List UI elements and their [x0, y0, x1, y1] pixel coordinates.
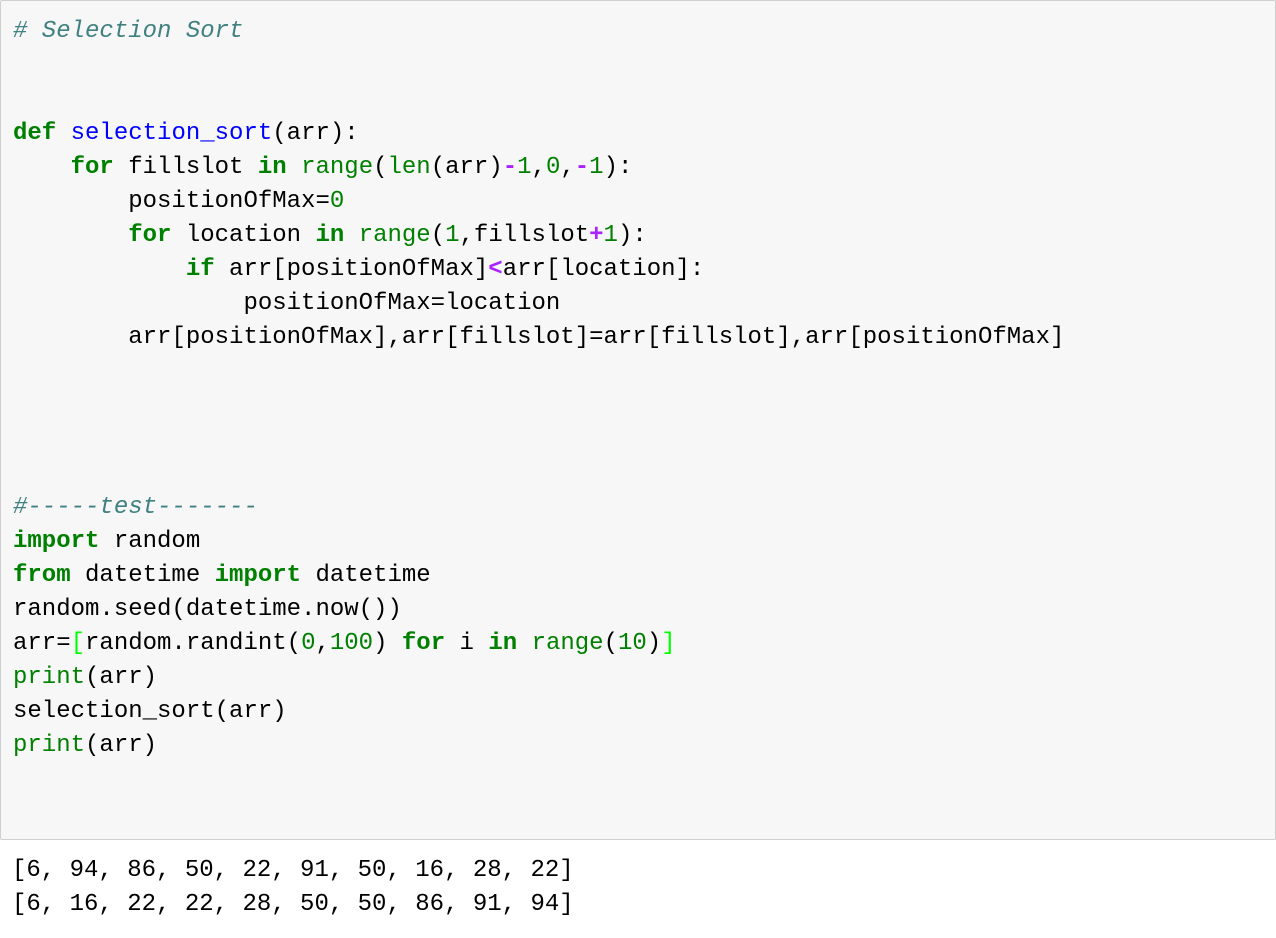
- code-line: from datetime import datetime: [13, 559, 431, 593]
- code-token-text: datetime: [70, 562, 215, 589]
- code-token-number: 0: [329, 188, 345, 215]
- code-token-keyword: from: [13, 562, 71, 589]
- code-token-number: 1: [517, 154, 532, 181]
- code-line: for location in range(1,fillslot+1):: [13, 219, 647, 253]
- code-token-builtin: range: [301, 154, 374, 181]
- code-token-text: ,: [560, 154, 575, 181]
- code-line: positionOfMax=location: [13, 287, 560, 321]
- code-token-text: (arr): [430, 154, 503, 181]
- code-token-def-name: selection_sort: [70, 120, 273, 147]
- code-line: #-----test-------: [13, 491, 258, 525]
- code-token-text: arr[positionOfMax]: [214, 256, 489, 283]
- code-token-text: (arr): [85, 664, 158, 691]
- code-token-text: (: [430, 222, 446, 249]
- code-token-number: 0: [301, 630, 316, 657]
- code-token-comment: #-----test-------: [13, 494, 258, 521]
- code-line: if arr[positionOfMax]<arr[location]:: [13, 253, 705, 287]
- code-token-text: arr=: [13, 630, 71, 657]
- code-token-operator: <: [488, 256, 503, 283]
- code-token-text: (: [373, 154, 388, 181]
- code-token-text: (: [603, 630, 618, 657]
- code-token-text: ): [646, 630, 662, 657]
- code-token-builtin: print: [13, 732, 86, 759]
- code-token-text: random: [99, 528, 201, 555]
- code-token-number: 0: [545, 154, 561, 181]
- code-token-keyword: for: [70, 154, 114, 181]
- code-token-text: location: [171, 222, 316, 249]
- code-token-builtin: len: [387, 154, 431, 181]
- code-token-bracket-highlight: [: [70, 630, 86, 657]
- code-token-number: 1: [589, 154, 604, 181]
- code-token-text: arr[positionOfMax],arr[fillslot]=arr[fil…: [13, 324, 1065, 351]
- code-token-text: arr[location]:: [502, 256, 705, 283]
- code-line: print(arr): [13, 661, 157, 695]
- code-line: print(arr): [13, 729, 157, 763]
- code-token-operator: -: [502, 154, 518, 181]
- code-token-builtin: range: [358, 222, 431, 249]
- output-line-2: [6, 16, 22, 22, 28, 50, 50, 86, 91, 94]: [12, 891, 574, 918]
- code-token-text: random.seed(datetime.now()): [13, 596, 402, 623]
- code-token-keyword: in: [488, 630, 518, 657]
- code-token-keyword: import: [13, 528, 100, 555]
- code-cell-output: [6, 94, 86, 50, 22, 91, 50, 16, 28, 22] …: [0, 840, 1276, 938]
- code-cell-input[interactable]: # Selection Sort def selection_sort(arr):…: [0, 0, 1276, 840]
- code-line: arr[positionOfMax],arr[fillslot]=arr[fil…: [13, 321, 1064, 355]
- code-token-text: i: [445, 630, 489, 657]
- code-line: def selection_sort(arr):: [13, 117, 359, 151]
- code-token-operator: +: [589, 222, 604, 249]
- code-line: random.seed(datetime.now()): [13, 593, 402, 627]
- code-token-keyword: in: [257, 154, 287, 181]
- code-line: positionOfMax=0: [13, 185, 344, 219]
- code-token-number: 100: [329, 630, 374, 657]
- code-token-text: ):: [617, 222, 647, 249]
- code-token-text: ,: [531, 154, 546, 181]
- code-token-text: (arr): [85, 732, 158, 759]
- code-token-text: (arr):: [272, 120, 359, 147]
- code-line: import random: [13, 525, 200, 559]
- code-token-bracket-highlight: ]: [661, 630, 676, 657]
- code-line: selection_sort(arr): [13, 695, 287, 729]
- code-token-keyword: in: [315, 222, 345, 249]
- code-token-number: 1: [603, 222, 618, 249]
- code-token-text: ,fillslot: [459, 222, 590, 249]
- code-token-keyword: if: [185, 256, 215, 283]
- code-token-keyword: for: [401, 630, 446, 657]
- code-token-operator: -: [574, 154, 590, 181]
- code-line: arr=[random.randint(0,100) for i in rang…: [13, 627, 676, 661]
- code-token-text: datetime: [301, 562, 431, 589]
- code-token-text: ,: [315, 630, 330, 657]
- code-token-number: 10: [617, 630, 647, 657]
- output-line-1: [6, 94, 86, 50, 22, 91, 50, 16, 28, 22]: [12, 857, 574, 884]
- code-token-text: fillslot: [113, 154, 258, 181]
- code-token-comment: # Selection Sort: [13, 18, 244, 45]
- code-token-keyword: import: [214, 562, 302, 589]
- code-line: for fillslot in range(len(arr)-1,0,-1):: [13, 151, 633, 185]
- code-token-text: selection_sort(arr): [13, 698, 287, 725]
- code-token-keyword: def: [13, 120, 57, 147]
- code-token-text: random.randint(: [85, 630, 302, 657]
- code-line: # Selection Sort: [13, 15, 243, 49]
- code-token-number: 1: [445, 222, 460, 249]
- code-token-text: ): [373, 630, 402, 657]
- code-token-keyword: for: [128, 222, 172, 249]
- code-token-builtin: range: [531, 630, 604, 657]
- code-token-text: ):: [603, 154, 633, 181]
- code-token-text: positionOfMax=location: [13, 290, 561, 317]
- code-token-text: positionOfMax=: [13, 188, 330, 215]
- code-token-builtin: print: [13, 664, 86, 691]
